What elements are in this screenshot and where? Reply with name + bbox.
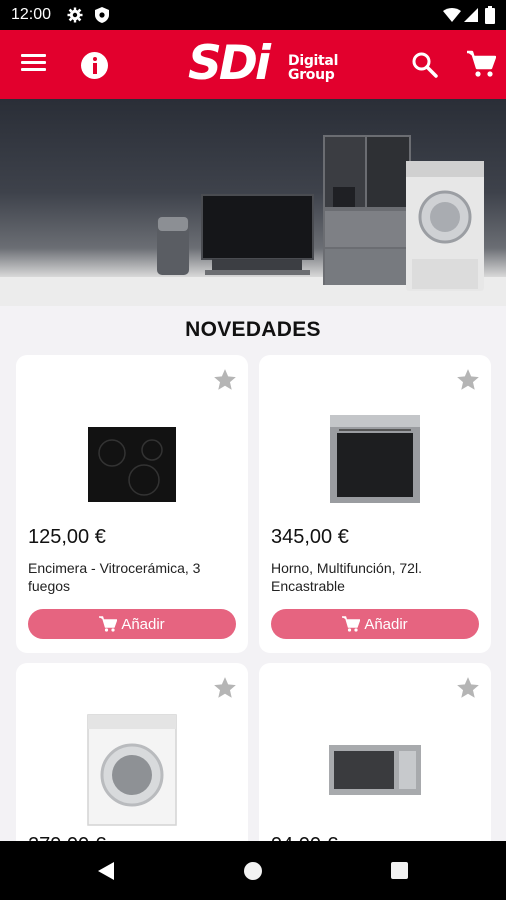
home-icon[interactable] xyxy=(244,862,262,880)
menu-icon[interactable] xyxy=(21,52,48,76)
favorite-star-icon[interactable] xyxy=(212,367,238,393)
product-price: 125,00 € xyxy=(28,526,106,548)
add-to-cart-button[interactable]: Añadir xyxy=(271,609,479,639)
add-to-cart-button[interactable]: Añadir xyxy=(28,609,236,639)
add-cart-icon xyxy=(342,616,361,632)
add-to-cart-label: Añadir xyxy=(121,615,165,633)
app-bar: SDi Digital Group xyxy=(0,30,506,99)
search-icon[interactable] xyxy=(411,51,438,78)
favorite-star-icon[interactable] xyxy=(212,675,238,701)
product-image-microwave[interactable] xyxy=(259,703,491,833)
signal-icon xyxy=(464,8,478,22)
product-price: 345,00 € xyxy=(271,526,349,548)
logo-main-text: SDi xyxy=(188,36,271,91)
logo-line-digital: Digital xyxy=(288,53,339,69)
product-image-oven[interactable] xyxy=(259,395,491,525)
add-to-cart-label: Añadir xyxy=(364,615,408,633)
system-navigation-bar xyxy=(0,841,506,900)
product-image-washing-machine[interactable] xyxy=(16,703,248,833)
info-icon[interactable] xyxy=(81,52,108,79)
logo-sub-text: Digital Group xyxy=(288,54,338,82)
battery-icon xyxy=(485,6,495,24)
status-bar: 12:00 xyxy=(0,0,506,30)
add-cart-icon xyxy=(99,616,118,632)
sdi-digital-group-logo: SDi Digital Group xyxy=(188,36,340,93)
hero-banner xyxy=(0,99,506,306)
favorite-star-icon[interactable] xyxy=(455,367,481,393)
product-card[interactable]: 345,00 € Horno, Multifunción, 72l. Encas… xyxy=(259,355,491,653)
recents-icon[interactable] xyxy=(391,862,408,879)
product-description: Encimera - Vitrocerámica, 3 fuegos xyxy=(28,560,201,594)
product-description: Horno, Multifunción, 72l. Encastrable xyxy=(271,560,422,594)
appliances-illustration xyxy=(0,135,506,306)
product-card[interactable]: 94,00 € xyxy=(259,663,491,863)
wifi-icon xyxy=(443,8,461,22)
product-card[interactable]: 279,00 € xyxy=(16,663,248,863)
shield-icon xyxy=(95,7,109,23)
settings-icon xyxy=(67,7,83,23)
section-title-novedades: NOVEDADES xyxy=(185,318,321,341)
status-time: 12:00 xyxy=(11,6,52,23)
back-icon[interactable] xyxy=(96,861,116,881)
cart-icon[interactable] xyxy=(466,50,496,78)
product-image-cooktop[interactable] xyxy=(16,395,248,525)
logo-line-group: Group xyxy=(288,67,335,83)
favorite-star-icon[interactable] xyxy=(455,675,481,701)
product-card[interactable]: 125,00 € Encimera - Vitrocerámica, 3 fue… xyxy=(16,355,248,653)
